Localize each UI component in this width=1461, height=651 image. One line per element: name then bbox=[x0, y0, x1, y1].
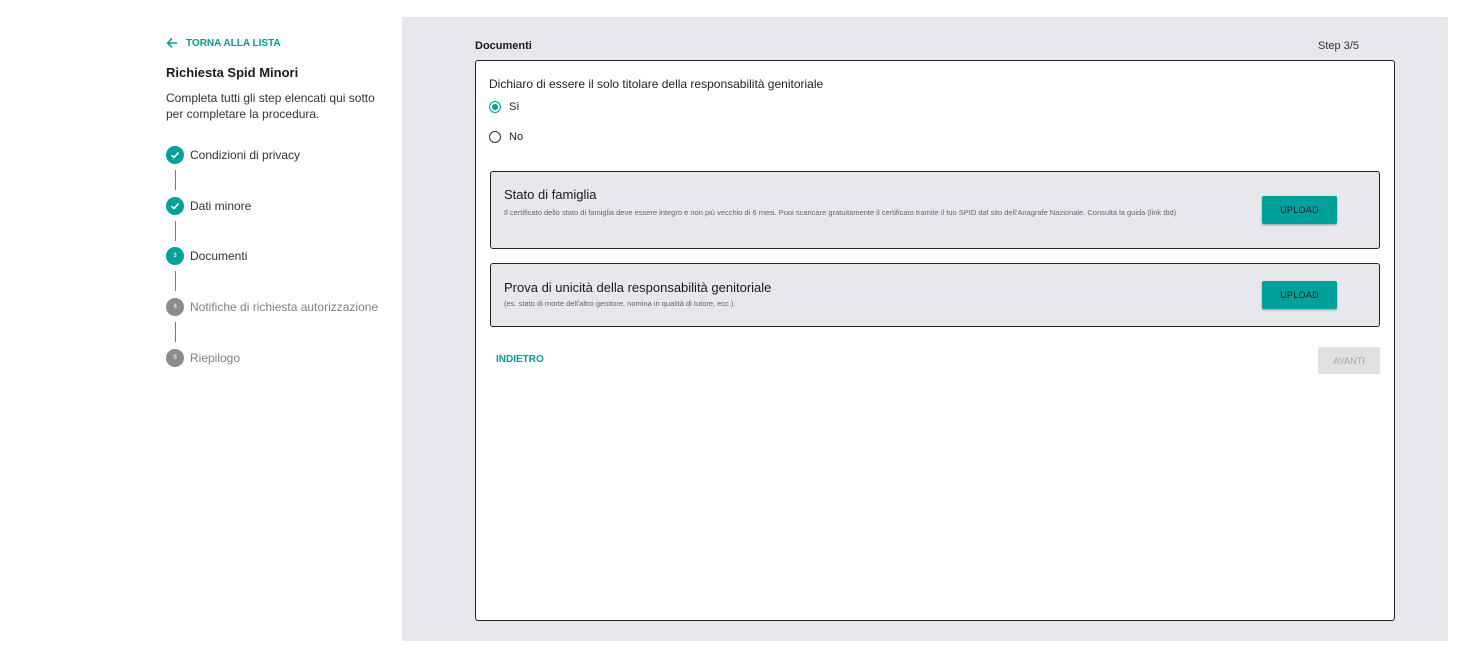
sidebar: TORNA ALLA LISTA Richiesta Spid Minori C… bbox=[166, 36, 396, 367]
step-connector bbox=[175, 170, 176, 190]
step-label: Documenti bbox=[190, 249, 248, 263]
page-description: Completa tutti gli step elencati qui sot… bbox=[166, 91, 375, 121]
radio-checked-icon[interactable] bbox=[489, 101, 501, 113]
step-counter: Step 3/5 bbox=[1318, 40, 1359, 52]
step-number-badge: 4 bbox=[166, 298, 184, 316]
step-privacy: Condizioni di privacy bbox=[166, 146, 300, 164]
step-dati-minore: Dati minore bbox=[166, 197, 251, 215]
document-description: Il certificato dello stato di famiglia d… bbox=[504, 208, 1177, 217]
step-label: Condizioni di privacy bbox=[190, 148, 301, 162]
next-button[interactable]: AVANTI bbox=[1318, 347, 1380, 374]
step-connector bbox=[175, 221, 176, 241]
document-title: Prova di unicità della responsabilità ge… bbox=[504, 280, 772, 295]
document-title: Stato di famiglia bbox=[504, 187, 597, 202]
step-documenti: 3 Documenti bbox=[166, 247, 247, 265]
document-prova-unicita: Prova di unicità della responsabilità ge… bbox=[490, 263, 1380, 327]
page-title: Richiesta Spid Minori bbox=[166, 65, 299, 80]
documents-card: Dichiaro di essere il solo titolare dell… bbox=[475, 60, 1395, 621]
check-icon bbox=[166, 146, 184, 164]
radio-label: No bbox=[509, 131, 524, 143]
upload-button[interactable]: UPLOAD bbox=[1262, 196, 1337, 224]
step-number-badge: 5 bbox=[166, 349, 184, 367]
radio-label: Sì bbox=[509, 101, 520, 113]
step-label: Riepilogo bbox=[190, 351, 241, 365]
step-connector bbox=[175, 322, 176, 342]
arrow-left-icon bbox=[166, 37, 177, 49]
step-label: Dati minore bbox=[190, 199, 252, 213]
step-riepilogo: 5 Riepilogo bbox=[166, 349, 240, 367]
upload-button[interactable]: UPLOAD bbox=[1262, 281, 1337, 309]
step-connector bbox=[175, 271, 176, 291]
back-to-list-link[interactable]: TORNA ALLA LISTA bbox=[166, 36, 396, 50]
document-stato-famiglia: Stato di famiglia Il certificato dello s… bbox=[490, 171, 1380, 249]
back-to-list-label: TORNA ALLA LISTA bbox=[186, 37, 281, 49]
back-button[interactable]: INDIETRO bbox=[496, 354, 544, 365]
radio-option-si[interactable]: Sì bbox=[489, 101, 519, 113]
step-label: Notifiche di richiesta autorizzazione bbox=[190, 300, 379, 314]
step-number-badge: 3 bbox=[166, 247, 184, 265]
responsibility-question: Dichiaro di essere il solo titolare dell… bbox=[489, 77, 824, 91]
section-title: Documenti bbox=[475, 40, 532, 52]
radio-option-no[interactable]: No bbox=[489, 131, 523, 143]
step-notifiche: 4 Notifiche di richiesta autorizzazione bbox=[166, 298, 378, 316]
document-description: (es. stato di morte dell'altro genitore,… bbox=[504, 299, 736, 308]
check-icon bbox=[166, 197, 184, 215]
radio-unchecked-icon[interactable] bbox=[489, 131, 501, 143]
